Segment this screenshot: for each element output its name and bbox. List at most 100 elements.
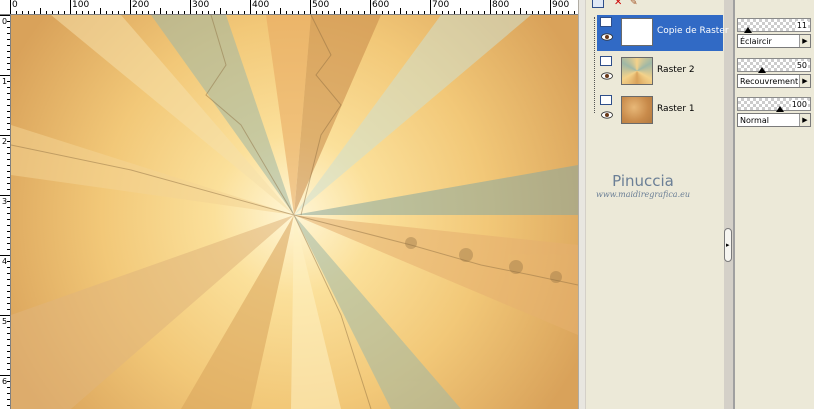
ruler-label: 0 [12,0,18,10]
ruler-tick [0,15,10,16]
ruler-tick [7,147,10,148]
opacity-slider[interactable]: 100 [737,97,811,112]
ruler-tick [190,0,191,14]
ruler-label: 700 [432,0,450,10]
ruler-tick [7,39,10,40]
ruler-tick [328,11,329,14]
watermark-title: Pinuccia [612,172,674,190]
ruler-tick [514,11,515,14]
ruler-tick [544,11,545,14]
ruler-label: 400 [252,0,270,10]
vertical-ruler: 0 1 2 3 4 5 6 [0,15,11,409]
ruler-tick [298,11,299,14]
ruler-tick [94,11,95,14]
slider-knob[interactable] [744,27,752,33]
slider-knob[interactable] [758,67,766,73]
layer-name: Copie de Raster [657,26,729,36]
eye-icon[interactable] [601,111,613,119]
ruler-label: 100 [72,0,90,10]
blend-mode-select[interactable]: Recouvrement ▶ [737,74,811,88]
layer-visibility-icon[interactable] [600,56,612,66]
ruler-tick [34,11,35,14]
ruler-tick [7,345,10,346]
ruler-tick [562,11,563,14]
ruler-tick [364,11,365,14]
ruler-tick [7,369,10,370]
ruler-label: 800 [492,0,510,10]
ruler-tick [0,75,10,76]
layer-property-raster-1: 100 Normal ▶ [737,95,813,129]
ruler-tick [7,63,10,64]
ruler-tick [7,207,10,208]
ruler-tick [358,11,359,14]
slider-knob[interactable] [776,106,784,112]
watermark: Pinuccia www.maidiregrafica.eu [578,172,708,200]
ruler-label: 300 [192,0,210,10]
ruler-tick [304,11,305,14]
blend-mode-select[interactable]: Normal ▶ [737,113,811,127]
ruler-tick [7,297,10,298]
ruler-label: 900 [552,0,570,10]
panel-collapse-button[interactable]: ▸ [724,228,732,262]
canvas-scrollbar[interactable] [578,0,585,409]
ruler-tick [7,399,10,400]
eye-icon[interactable] [601,72,613,80]
layer-row-raster-1[interactable]: Raster 1 [597,93,723,129]
ruler-tick [490,0,491,14]
ruler-tick [574,11,575,14]
ruler-tick [196,11,197,14]
canvas-image [11,15,578,409]
ruler-tick [466,11,467,14]
new-layer-icon[interactable] [592,0,604,8]
eye-icon[interactable] [601,33,613,41]
ruler-tick [7,237,10,238]
ruler-tick [352,11,353,14]
image-canvas[interactable] [11,15,578,409]
ruler-tick [316,11,317,14]
opacity-slider[interactable]: 11 [737,18,811,33]
edit-icon[interactable]: ✎ [630,0,638,8]
ruler-tick [76,11,77,14]
ruler-tick [7,339,10,340]
ruler-tick [7,171,10,172]
ruler-tick [7,33,10,34]
layer-row-copie-de-raster[interactable]: Copie de Raster [597,15,729,51]
dropdown-arrow-icon[interactable]: ▶ [799,114,810,126]
ruler-tick [7,225,10,226]
ruler-tick [28,11,29,14]
ruler-tick [40,8,41,14]
ruler-tick [0,255,10,256]
ruler-tick [142,11,143,14]
ruler-label: 3 [1,197,8,206]
ruler-tick [7,405,10,406]
ruler-tick [118,11,119,14]
delete-layer-icon[interactable]: ✕ [614,0,622,8]
blend-mode-select[interactable]: Éclaircir ▶ [737,34,811,48]
ruler-tick [7,267,10,268]
layer-row-raster-2[interactable]: Raster 2 [597,54,723,90]
ruler-tick [166,11,167,14]
ruler-tick [454,11,455,14]
layer-visibility-icon[interactable] [600,17,612,27]
ruler-tick [202,11,203,14]
ruler-tick [7,165,10,166]
ruler-tick [7,27,10,28]
opacity-slider[interactable]: 50 [737,58,811,73]
ruler-tick [256,11,257,14]
blend-mode-value: Normal [740,116,769,125]
opacity-value: 50 [795,61,808,71]
ruler-tick [7,51,10,52]
chevron-right-icon: ▸ [726,241,730,249]
ruler-tick [7,351,10,352]
dropdown-arrow-icon[interactable]: ▶ [799,75,810,87]
ruler-tick [0,315,10,316]
ruler-tick [238,11,239,14]
ruler-tick [178,11,179,14]
ruler-tick [7,291,10,292]
ruler-tick [484,11,485,14]
ruler-label: 600 [372,0,390,10]
layer-visibility-icon[interactable] [600,95,612,105]
ruler-tick [7,249,10,250]
dropdown-arrow-icon[interactable]: ▶ [799,35,810,47]
ruler-tick [442,11,443,14]
